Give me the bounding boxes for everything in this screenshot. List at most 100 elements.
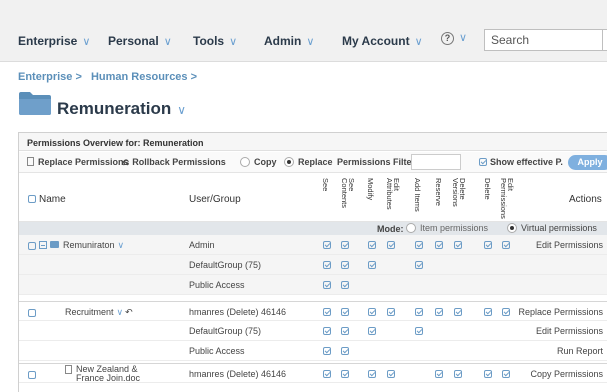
permission-checkbox[interactable]: [341, 326, 352, 336]
nav-my-account[interactable]: My Account ∨: [342, 34, 423, 48]
row-checkbox[interactable]: [28, 370, 39, 380]
permission-checkbox[interactable]: [341, 307, 352, 317]
breadcrumb-human-resources[interactable]: Human Resources >: [91, 71, 197, 83]
permission-checkbox[interactable]: [368, 260, 379, 270]
row-checkbox[interactable]: [28, 308, 39, 318]
permission-checkbox[interactable]: [323, 280, 334, 290]
apply-button[interactable]: Apply: [568, 155, 607, 170]
show-effective-checkbox[interactable]: Show effective P.: [479, 157, 563, 167]
help-menu[interactable]: ? ∨: [441, 31, 477, 49]
permission-checkbox[interactable]: [502, 369, 513, 379]
permission-checkbox[interactable]: [502, 240, 513, 250]
col-see-label: See: [321, 178, 330, 192]
chevron-down-icon[interactable]: ∨: [118, 240, 125, 250]
breadcrumb-enterprise[interactable]: Enterprise >: [18, 71, 82, 83]
permission-checkbox[interactable]: [415, 326, 426, 336]
checkbox-checked-icon: [368, 370, 376, 378]
row-name[interactable]: Remuniraton ∨: [39, 240, 124, 251]
permission-checkbox[interactable]: [502, 307, 513, 317]
permission-checkbox[interactable]: [368, 326, 379, 336]
permission-checkbox[interactable]: [435, 307, 446, 317]
permission-checkbox[interactable]: [387, 240, 398, 250]
permission-checkbox[interactable]: [387, 369, 398, 379]
select-all-checkbox[interactable]: [28, 195, 36, 203]
rollback-permissions-button[interactable]: ⎌ Rollback Permissions: [122, 157, 226, 168]
collapse-icon[interactable]: [39, 241, 47, 249]
nav-my-account-label: My Account: [342, 34, 410, 48]
permission-checkbox[interactable]: [323, 326, 334, 336]
table-row[interactable]: DefaultGroup (75): [19, 255, 607, 275]
permission-checkbox[interactable]: [435, 240, 446, 250]
checkbox-checked-icon: [454, 241, 462, 249]
nav-personal[interactable]: Personal ∨: [108, 34, 172, 48]
permission-checkbox[interactable]: [323, 260, 334, 270]
permission-checkbox[interactable]: [368, 369, 379, 379]
user-group-column-header: User/Group: [189, 194, 241, 205]
virtual-permissions-radio[interactable]: Virtual permissions: [507, 223, 597, 233]
item-permissions-radio[interactable]: Item permissions: [406, 223, 488, 233]
row-checkbox[interactable]: [28, 241, 39, 251]
permission-checkbox[interactable]: [323, 240, 334, 250]
row-action-link[interactable]: Edit Permissions: [536, 240, 603, 250]
permission-checkbox[interactable]: [368, 240, 379, 250]
search-input[interactable]: Search: [484, 29, 603, 51]
row-action-link[interactable]: Edit Permissions: [536, 326, 603, 336]
permission-checkbox[interactable]: [454, 307, 465, 317]
col-see-contents: See Contents: [340, 178, 356, 220]
permission-checkbox[interactable]: [323, 346, 334, 356]
permission-checkbox[interactable]: [341, 280, 352, 290]
permission-checkbox[interactable]: [454, 240, 465, 250]
permission-checkbox[interactable]: [323, 307, 334, 317]
permission-checkbox[interactable]: [341, 369, 352, 379]
checkbox-checked-icon: [323, 261, 331, 269]
permission-checkbox[interactable]: [387, 307, 398, 317]
checkbox-checked-icon: [323, 241, 331, 249]
table-row[interactable]: Public Access: [19, 275, 607, 295]
permission-checkbox[interactable]: [415, 260, 426, 270]
permission-checkbox[interactable]: [454, 369, 465, 379]
chevron-down-icon[interactable]: ∨: [117, 307, 124, 317]
replace-permissions-button[interactable]: Replace Permissions: [27, 157, 129, 167]
chevron-down-icon: ∨: [177, 103, 187, 117]
permission-checkbox[interactable]: [484, 369, 495, 379]
checkbox-checked-icon: [415, 241, 423, 249]
permission-checkbox[interactable]: [341, 260, 352, 270]
search-button[interactable]: [602, 29, 607, 51]
col-edit-permissions-label: Edit Permissions: [499, 178, 515, 219]
col-reserve: Reserve: [434, 178, 449, 220]
nav-admin[interactable]: Admin ∨: [264, 34, 314, 48]
table-row[interactable]: Recruitment ∨ ↶ hmanres (Delete) 46146 Repla…: [19, 301, 607, 321]
table-row[interactable]: Public Access Run Report: [19, 341, 607, 361]
nav-enterprise[interactable]: Enterprise ∨: [18, 34, 90, 48]
chevron-down-icon: ∨: [459, 32, 468, 44]
permission-checkbox[interactable]: [415, 307, 426, 317]
copy-label: Copy: [254, 157, 277, 167]
permission-checkbox[interactable]: [435, 369, 446, 379]
row-action-link[interactable]: Copy Permissions: [530, 369, 603, 379]
rollback-icon[interactable]: ↶: [125, 307, 133, 317]
permission-checkbox[interactable]: [341, 346, 352, 356]
row-action-link[interactable]: Replace Permissions: [518, 307, 603, 317]
permissions-filter-input[interactable]: [411, 154, 461, 170]
name-column-header[interactable]: Name: [28, 194, 66, 205]
permission-checkbox[interactable]: [415, 240, 426, 250]
row-name[interactable]: New Zealand & France Join.doc: [65, 365, 150, 383]
nav-tools[interactable]: Tools ∨: [193, 34, 237, 48]
permission-checkbox[interactable]: [368, 307, 379, 317]
col-modify-label: Modify: [366, 178, 375, 201]
row-action-link[interactable]: Run Report: [557, 346, 603, 356]
row-name[interactable]: Recruitment ∨ ↶: [65, 307, 133, 318]
table-row[interactable]: Remuniraton ∨ Admin Edit Permissions: [19, 235, 607, 255]
permission-checkbox[interactable]: [484, 240, 495, 250]
copy-radio[interactable]: Copy: [240, 157, 277, 167]
table-row[interactable]: New Zealand & France Join.doc hmanres (De…: [19, 363, 607, 383]
table-row[interactable]: DefaultGroup (75) Edit Permissions: [19, 321, 607, 341]
col-reserve-label: Reserve: [434, 178, 443, 206]
replace-radio[interactable]: Replace: [284, 157, 333, 167]
col-delete-versions-label: Delete Versions: [451, 178, 467, 207]
permission-checkbox[interactable]: [484, 307, 495, 317]
permission-checkbox[interactable]: [323, 369, 334, 379]
page-title[interactable]: Remuneration ∨: [57, 99, 186, 119]
radio-selected-icon: [284, 157, 294, 167]
permission-checkbox[interactable]: [341, 240, 352, 250]
